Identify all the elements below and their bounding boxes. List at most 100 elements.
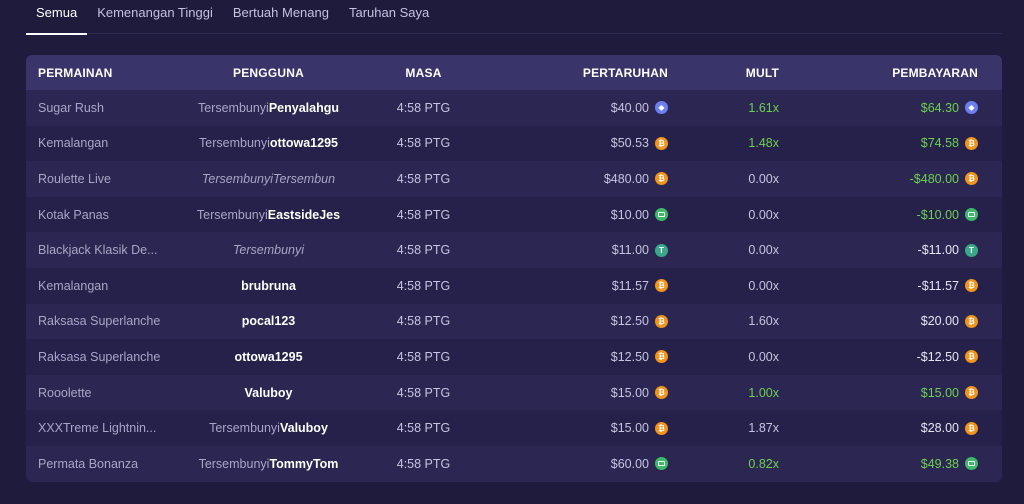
user-cell: TersembunyiValuboy (176, 421, 361, 435)
header-game: PERMAINAN (38, 65, 113, 80)
user-cell: Tersembunyi (176, 243, 361, 257)
cash-icon (655, 208, 668, 222)
cash-icon (965, 208, 978, 222)
user-cell: Valuboy (176, 386, 361, 400)
payout-amount: -$12.50 (916, 349, 959, 364)
hidden-user-label: Tersembunyi (196, 207, 268, 222)
header-time: MASA (405, 65, 442, 80)
bet-cell: $50.53 ₿ (486, 136, 668, 150)
username-link[interactable]: ottowa1295 (270, 136, 338, 150)
user-cell: brubruna (176, 279, 361, 293)
hidden-user-label: Tersembunyi (197, 100, 269, 115)
table-row: Kemalangan Tersembunyiottowa1295 4:58 PT… (26, 125, 1002, 162)
game-link[interactable]: Permata Bonanza (26, 457, 176, 471)
bet-amount: $50.53 (610, 136, 649, 151)
game-link[interactable]: Rooolette (26, 386, 176, 400)
bet-cell: $12.50 ₿ (486, 314, 668, 328)
username-link[interactable]: ottowa1295 (234, 350, 302, 364)
bet-amount: $11.00 (611, 243, 649, 258)
payout-cell: $20.00 ₿ (779, 314, 990, 328)
time-cell: 4:58 PTG (396, 456, 451, 471)
payout-cell: -$10.00 (779, 208, 990, 222)
multiplier-cell: 0.00x (748, 171, 779, 186)
username-link[interactable]: EastsideJes (268, 208, 340, 222)
username-link[interactable]: pocal123 (242, 314, 296, 328)
tab-all[interactable]: Semua (26, 0, 88, 35)
time-cell: 4:58 PTG (396, 100, 451, 115)
username-link[interactable]: brubruna (241, 279, 296, 293)
bet-amount: $60.00 (610, 456, 649, 471)
header-user: PENGGUNA (233, 65, 304, 80)
table-row: Raksasa Superlanche ottowa1295 4:58 PTG … (26, 339, 1002, 375)
hidden-user-label: Tersembunyi (199, 136, 270, 151)
payout-amount: -$480.00 (909, 171, 959, 186)
username-link[interactable]: Penyalahgu (269, 101, 339, 115)
bet-cell: $40.00 ◆ (486, 101, 668, 115)
game-link[interactable]: XXXTreme Lightnin... (26, 421, 176, 435)
multiplier-cell: 0.00x (748, 349, 779, 364)
tab-high-wins[interactable]: Kemenangan Tinggi (87, 0, 223, 34)
tab-my-bets[interactable]: Taruhan Saya (339, 0, 439, 34)
payout-cell: $15.00 ₿ (779, 386, 990, 400)
time-cell: 4:58 PTG (396, 385, 451, 400)
usdt-icon: T (965, 243, 978, 257)
user-cell: TersembunyiTommyTom (176, 457, 361, 471)
btc-icon: ₿ (965, 421, 978, 435)
bet-amount: $12.50 (610, 349, 649, 364)
bet-amount: $40.00 (610, 100, 649, 115)
username-link[interactable]: Valuboy (280, 421, 328, 435)
btc-icon: ₿ (965, 386, 978, 400)
multiplier-cell: 0.00x (748, 207, 779, 222)
header-bet: PERTARUHAN (582, 65, 668, 80)
username-link[interactable]: Valuboy (245, 386, 293, 400)
game-link[interactable]: Sugar Rush (26, 101, 176, 115)
table-row: Blackjack Klasik De... Tersembunyi 4:58 … (26, 232, 1002, 268)
bet-amount: $480.00 (603, 171, 649, 186)
table-row: Sugar Rush TersembunyiPenyalahgu 4:58 PT… (26, 90, 1002, 126)
username-link[interactable]: TommyTom (269, 457, 338, 471)
bet-feed-tabs: Semua Kemenangan Tinggi Bertuah Menang T… (26, 0, 1002, 35)
time-cell: 4:58 PTG (396, 136, 451, 151)
game-link[interactable]: Blackjack Klasik De... (26, 243, 176, 257)
btc-icon: ₿ (655, 172, 668, 186)
bet-cell: $12.50 ₿ (486, 350, 668, 364)
time-cell: 4:58 PTG (396, 243, 451, 258)
game-link[interactable]: Kotak Panas (26, 208, 176, 222)
user-cell: TersembunyiPenyalahgu (176, 101, 361, 115)
header-pay: PEMBAYARAN (892, 65, 978, 80)
payout-cell: -$11.57 ₿ (779, 279, 990, 293)
tab-lucky-wins[interactable]: Bertuah Menang (223, 0, 339, 34)
bet-cell: $11.57 ₿ (486, 279, 668, 293)
bet-amount: $12.50 (610, 314, 649, 329)
time-cell: 4:58 PTG (396, 314, 451, 329)
hidden-user-label: TersembunyiTersembun (201, 171, 336, 186)
cash-icon (655, 457, 668, 471)
time-cell: 4:58 PTG (396, 207, 451, 222)
time-cell: 4:58 PTG (396, 421, 451, 436)
payout-cell: -$480.00 ₿ (779, 172, 990, 186)
table-row: Raksasa Superlanche pocal123 4:58 PTG $1… (26, 303, 1002, 340)
btc-icon: ₿ (655, 279, 668, 293)
hidden-user-label: Tersembunyi (232, 243, 305, 258)
game-link[interactable]: Kemalangan (26, 279, 176, 293)
btc-icon: ₿ (655, 350, 668, 364)
game-link[interactable]: Raksasa Superlanche (26, 314, 176, 328)
btc-icon: ₿ (655, 314, 668, 328)
payout-cell: -$11.00 T (779, 243, 990, 257)
table-body: Sugar Rush TersembunyiPenyalahgu 4:58 PT… (26, 90, 1002, 482)
payout-amount: $15.00 (920, 385, 959, 400)
btc-icon: ₿ (965, 136, 978, 150)
payout-cell: -$12.50 ₿ (779, 350, 990, 364)
game-link[interactable]: Roulette Live (26, 172, 176, 186)
payout-cell: $64.30 ◆ (779, 101, 990, 115)
btc-icon: ₿ (655, 136, 668, 150)
bet-amount: $10.00 (610, 207, 649, 222)
game-link[interactable]: Kemalangan (26, 136, 176, 150)
bet-amount: $15.00 (610, 385, 649, 400)
payout-amount: $64.30 (920, 100, 959, 115)
btc-icon: ₿ (965, 314, 978, 328)
payout-amount: $28.00 (920, 421, 959, 436)
payout-amount: $49.38 (920, 456, 959, 471)
game-link[interactable]: Raksasa Superlanche (26, 350, 176, 364)
multiplier-cell: 1.48x (748, 136, 779, 151)
